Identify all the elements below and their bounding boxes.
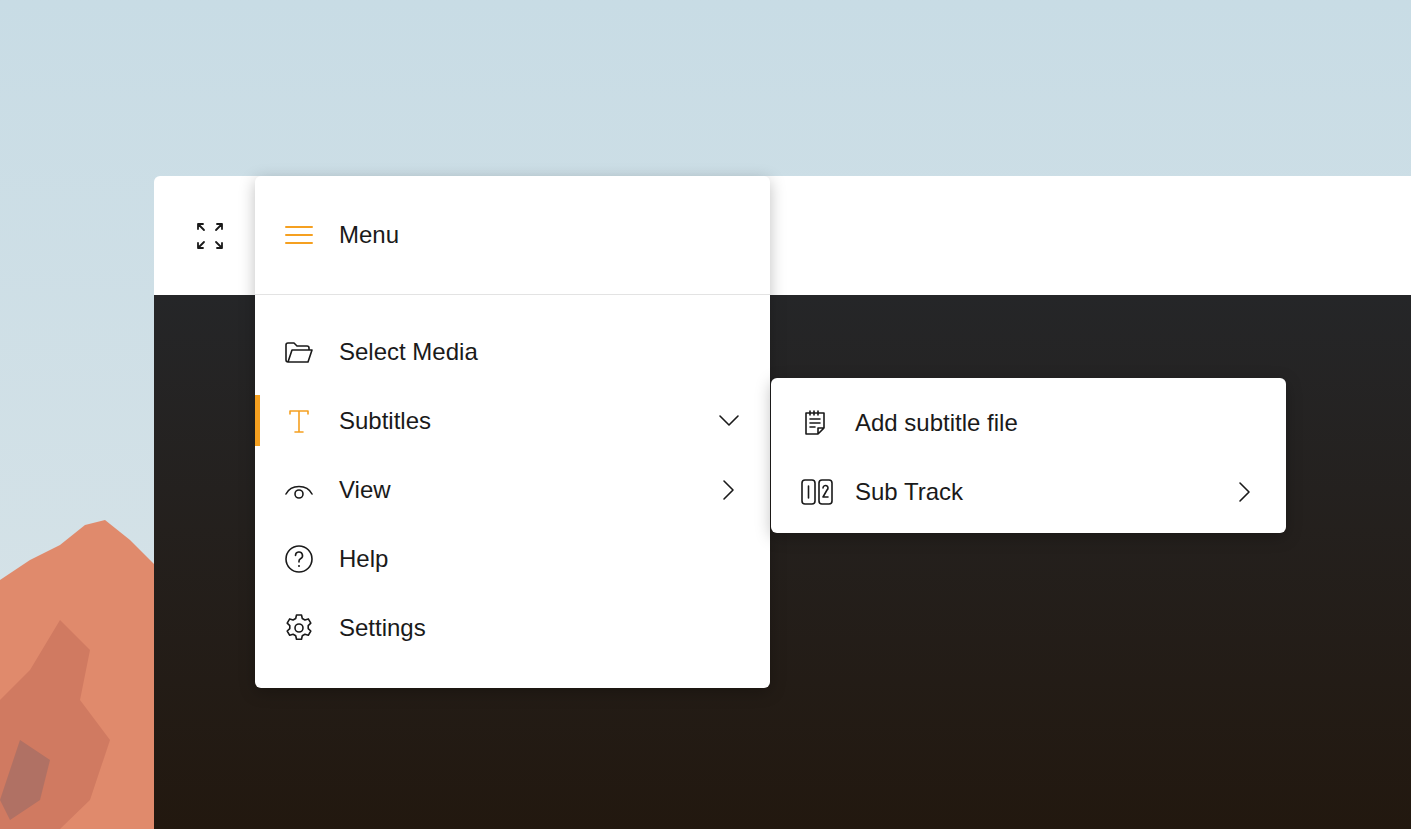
item-icon-slot [283, 474, 315, 506]
menu-item[interactable]: Help [255, 524, 770, 593]
text-icon [283, 405, 315, 437]
menu-item[interactable]: Settings [255, 593, 770, 662]
chevron-right-icon [1232, 479, 1258, 505]
menu-title: Menu [339, 217, 399, 253]
chevron-icon [716, 408, 742, 434]
selection-bar [255, 395, 260, 446]
submenu-item[interactable]: Sub Track [771, 457, 1286, 526]
folder-icon [283, 336, 315, 368]
expand-icon [194, 220, 226, 252]
menu-item[interactable]: Select Media [255, 317, 770, 386]
hamburger-icon [283, 219, 315, 251]
fullscreen-button[interactable] [194, 220, 226, 252]
selection-bar [255, 464, 260, 515]
menu-item-label: Subtitles [339, 403, 692, 439]
eye-icon [283, 474, 315, 506]
menu-header[interactable]: Menu [255, 176, 770, 295]
note-icon [799, 407, 831, 439]
submenu-item[interactable]: Add subtitle file [771, 388, 1286, 457]
item-icon-slot [283, 543, 315, 575]
item-icon-slot [283, 405, 315, 437]
item-icon-slot [799, 407, 835, 439]
gear-icon [283, 612, 315, 644]
item-icon-slot [283, 336, 315, 368]
menu-item[interactable]: Subtitles [255, 386, 770, 455]
menu-item-label: View [339, 472, 692, 508]
item-icon-slot [283, 612, 315, 644]
chevron-down-icon [716, 408, 742, 434]
menu-item-label: Select Media [339, 334, 742, 370]
submenu-item-label: Sub Track [855, 474, 1212, 510]
selection-bar [255, 602, 260, 653]
chevron-right-icon [716, 477, 742, 503]
selection-bar [255, 533, 260, 584]
item-icon-slot [799, 476, 835, 508]
menu-panel: Menu Select Media Subtitles View Help Setting… [255, 176, 770, 688]
menu-item-label: Help [339, 541, 742, 577]
menu-item[interactable]: View [255, 455, 770, 524]
chevron-icon [1232, 479, 1258, 505]
menu-item-label: Settings [339, 610, 742, 646]
submenu-panel: Add subtitle file Sub Track [771, 378, 1286, 533]
submenu-item-label: Add subtitle file [855, 405, 1258, 441]
help-icon [283, 543, 315, 575]
selection-bar [255, 326, 260, 377]
chevron-icon [716, 477, 742, 503]
track-icon [799, 476, 835, 508]
menu-list: Select Media Subtitles View Help Settings [255, 295, 770, 662]
